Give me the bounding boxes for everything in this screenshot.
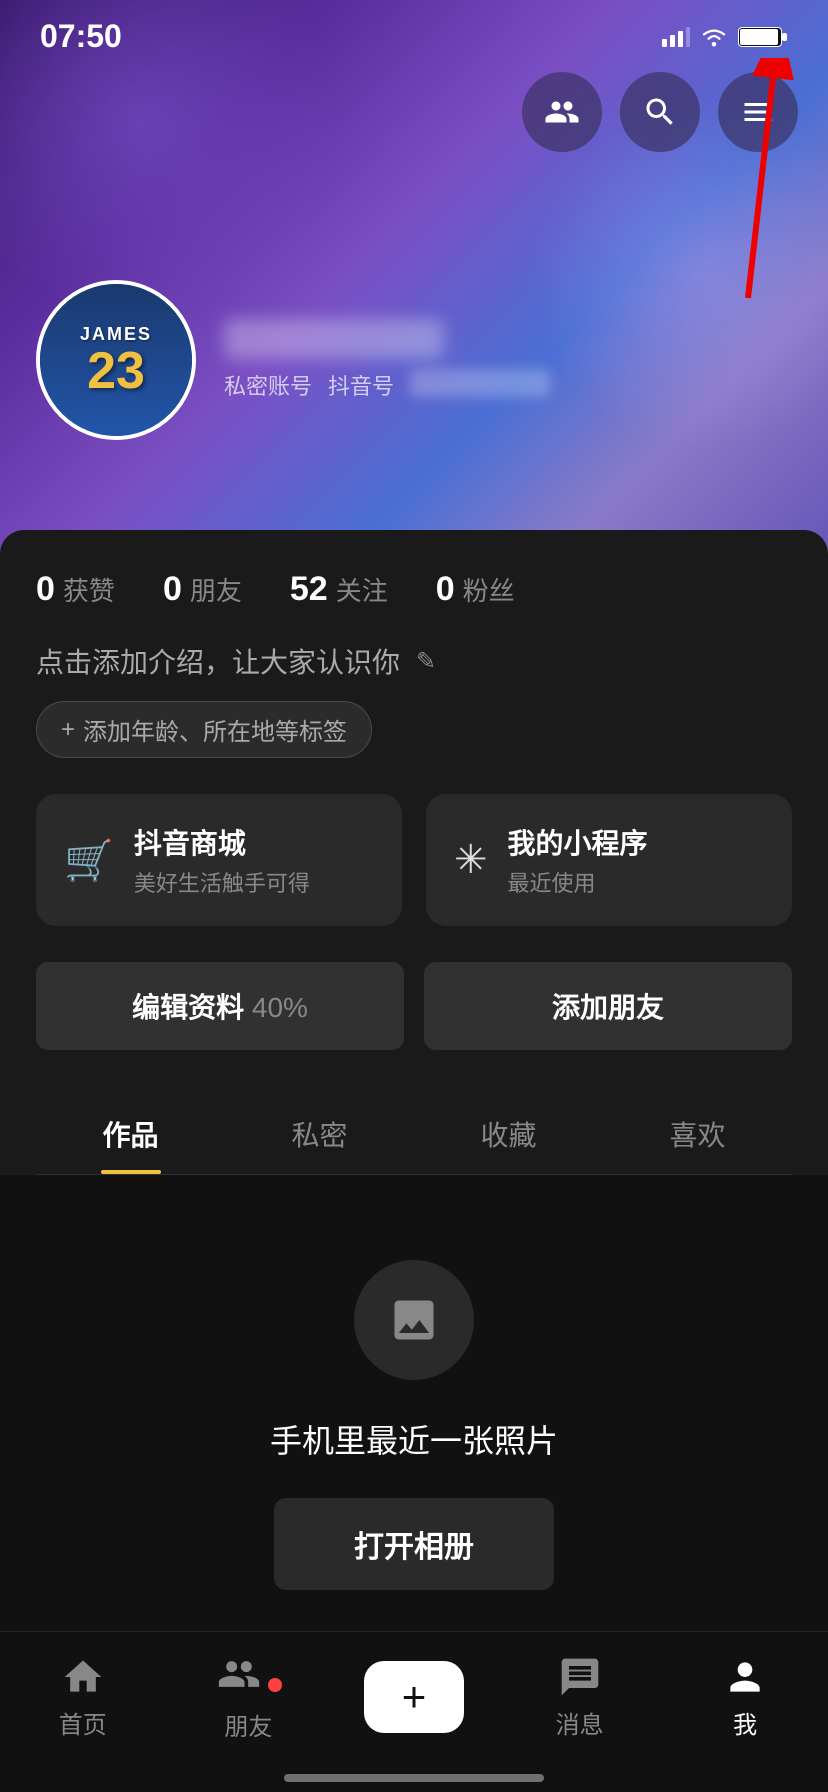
username-blurred: [224, 319, 444, 359]
shop-card-texts: 抖音商城 美好生活触手可得: [134, 822, 310, 898]
user-info: 私密账号 抖音号: [224, 319, 550, 401]
bio-edit-icon[interactable]: ✎: [416, 647, 436, 676]
tab-works-label: 作品: [102, 1120, 158, 1151]
avatar[interactable]: JAMES 23: [36, 280, 196, 440]
stat-likes[interactable]: 0 获赞: [36, 570, 115, 609]
edit-label: 编辑资料: [132, 992, 244, 1023]
friends-notification-dot: [268, 1678, 282, 1692]
profile-action-buttons: 编辑资料 40% 添加朋友: [36, 962, 792, 1050]
miniapp-title: 我的小程序: [508, 822, 648, 862]
add-friend-label: 添加朋友: [552, 992, 664, 1023]
messages-icon: [558, 1655, 602, 1699]
likes-count: 0: [36, 570, 55, 609]
profile-icon: [723, 1655, 767, 1699]
tab-collect[interactable]: 收藏: [414, 1090, 603, 1174]
friends-count: 0: [163, 570, 182, 609]
friends-label: 朋友: [190, 571, 242, 608]
bio-row[interactable]: 点击添加介绍，让大家认识你 ✎: [36, 641, 792, 681]
following-label: 关注: [336, 571, 388, 608]
bottom-nav: 首页 朋友 + 消息 我: [0, 1631, 828, 1792]
tab-private[interactable]: 私密: [225, 1090, 414, 1174]
nav-friends-icon: [217, 1652, 261, 1696]
miniapp-card[interactable]: ✳ 我的小程序 最近使用: [426, 794, 792, 926]
status-icons: [662, 25, 788, 49]
likes-label: 获赞: [63, 571, 115, 608]
content-tabs: 作品 私密 收藏 喜欢: [36, 1090, 792, 1175]
stats-row: 0 获赞 0 朋友 52 关注 0 粉丝: [36, 570, 792, 609]
home-icon: [61, 1655, 105, 1699]
stats-panel: 0 获赞 0 朋友 52 关注 0 粉丝 点击添加介绍，让大家认识你 ✎ + 添…: [0, 530, 828, 1175]
miniapp-card-texts: 我的小程序 最近使用: [508, 822, 648, 898]
nav-home-label: 首页: [59, 1705, 107, 1740]
tag-plus-icon: +: [61, 716, 75, 744]
user-sub-info: 私密账号 抖音号: [224, 369, 550, 401]
empty-content-area: 手机里最近一张照片 打开相册: [0, 1175, 828, 1675]
avatar-area: JAMES 23 私密账号 抖音号: [36, 280, 550, 440]
nav-messages[interactable]: 消息: [497, 1655, 663, 1740]
edit-profile-button[interactable]: 编辑资料 40%: [36, 962, 404, 1050]
stat-followers[interactable]: 0 粉丝: [436, 570, 515, 609]
open-album-button[interactable]: 打开相册: [274, 1498, 554, 1590]
search-icon: [642, 94, 678, 130]
menu-button[interactable]: [718, 72, 798, 152]
tag-label: 添加年龄、所在地等标签: [83, 712, 347, 747]
nav-friends-icon-wrap: [217, 1652, 279, 1701]
add-tags-button[interactable]: + 添加年龄、所在地等标签: [36, 701, 372, 758]
followers-count: 0: [436, 570, 455, 609]
menu-icon: [740, 94, 776, 130]
following-count: 52: [290, 570, 328, 609]
shop-card[interactable]: 🛒 抖音商城 美好生活触手可得: [36, 794, 402, 926]
friends-button[interactable]: [522, 72, 602, 152]
tab-private-label: 私密: [291, 1120, 347, 1151]
nav-me-label: 我: [733, 1705, 757, 1740]
jersey-number-text: 23: [87, 345, 145, 397]
nav-friends[interactable]: 朋友: [166, 1652, 332, 1742]
douyin-id-blurred: [410, 369, 550, 397]
stat-friends[interactable]: 0 朋友: [163, 570, 242, 609]
nav-friends-label: 朋友: [224, 1707, 272, 1742]
shop-subtitle: 美好生活触手可得: [134, 866, 310, 898]
edit-completion: 40%: [252, 992, 308, 1023]
wifi-icon: [700, 27, 728, 47]
jersey-image: JAMES 23: [40, 284, 192, 436]
private-account-label: 私密账号: [224, 369, 312, 401]
bio-placeholder: 点击添加介绍，让大家认识你: [36, 641, 400, 681]
photo-icon: [388, 1294, 440, 1346]
status-bar: 07:50: [0, 0, 828, 65]
stat-following[interactable]: 52 关注: [290, 570, 388, 609]
nav-create[interactable]: +: [331, 1661, 497, 1733]
shop-title: 抖音商城: [134, 822, 310, 862]
status-time: 07:50: [40, 18, 122, 55]
home-indicator: [284, 1774, 544, 1782]
nav-home[interactable]: 首页: [0, 1655, 166, 1740]
add-friend-button[interactable]: 添加朋友: [424, 962, 792, 1050]
search-button[interactable]: [620, 72, 700, 152]
profile-header: JAMES 23 私密账号 抖音号: [0, 0, 828, 560]
shop-icon: 🛒: [64, 837, 114, 884]
nav-messages-label: 消息: [556, 1705, 604, 1740]
quick-cards: 🛒 抖音商城 美好生活触手可得 ✳ 我的小程序 最近使用: [36, 794, 792, 926]
create-button[interactable]: +: [364, 1661, 464, 1733]
nav-me[interactable]: 我: [662, 1655, 828, 1740]
create-plus-icon: +: [402, 1673, 427, 1721]
tab-collect-label: 收藏: [480, 1120, 536, 1151]
tab-likes-label: 喜欢: [669, 1120, 725, 1151]
miniapp-subtitle: 最近使用: [508, 866, 648, 898]
photo-icon-circle: [354, 1260, 474, 1380]
tab-likes[interactable]: 喜欢: [603, 1090, 792, 1174]
empty-content-title: 手机里最近一张照片: [270, 1416, 558, 1462]
header-actions: [522, 72, 798, 152]
battery-icon: [738, 25, 788, 49]
signal-icon: [662, 27, 690, 47]
tab-works[interactable]: 作品: [36, 1090, 225, 1174]
miniapp-icon: ✳: [454, 837, 488, 883]
friends-icon: [544, 94, 580, 130]
followers-label: 粉丝: [463, 571, 515, 608]
douyin-id-label: 抖音号: [328, 369, 394, 401]
